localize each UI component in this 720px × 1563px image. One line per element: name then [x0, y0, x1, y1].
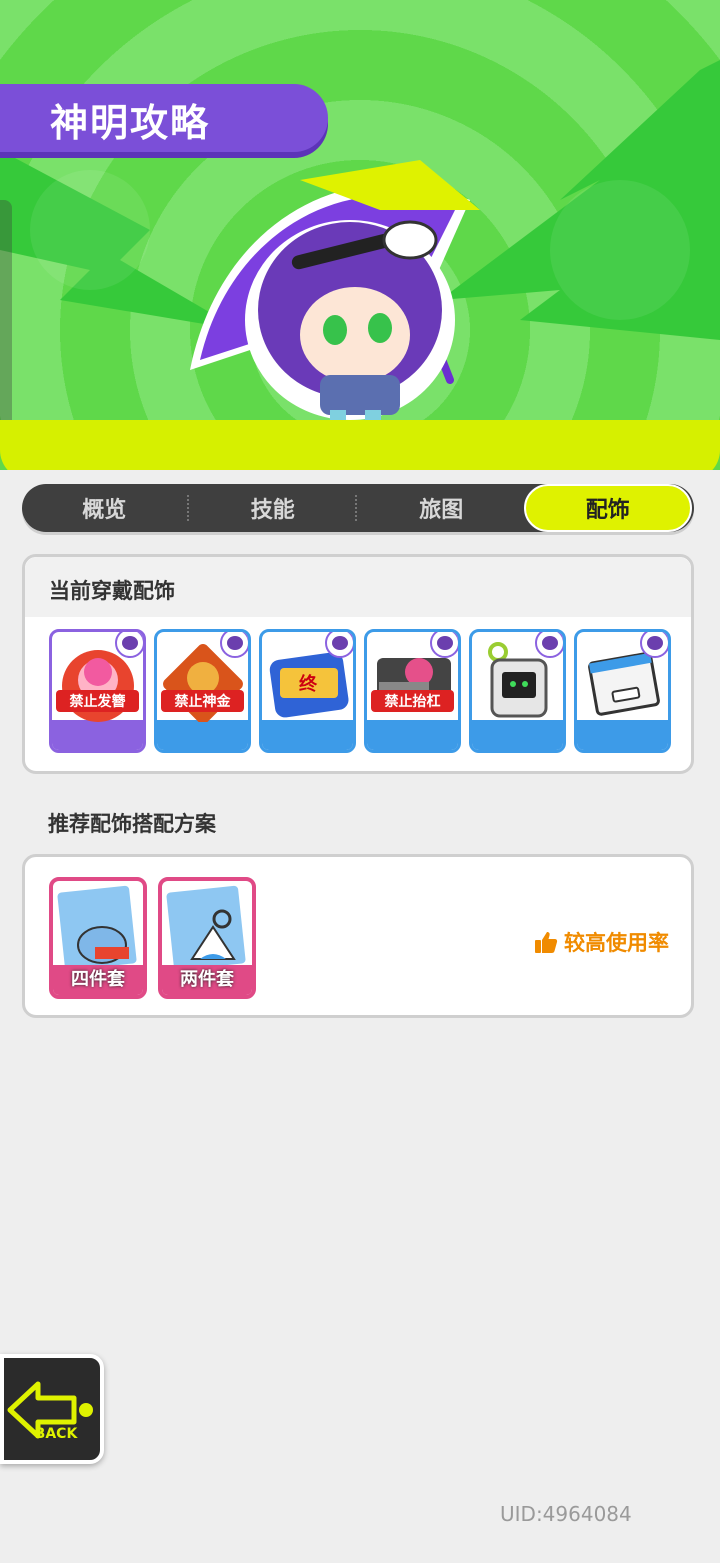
thumbs-up-icon — [535, 932, 558, 953]
accessory-list: 禁止发簪 禁止神金 终 禁止抬杠 — [49, 629, 671, 753]
set-label: 两件套 — [162, 965, 252, 995]
set-sticker-icon — [190, 909, 236, 960]
accessory-item[interactable] — [574, 629, 671, 753]
tab-bar: 概览 技能 旅图 配饰 — [22, 484, 694, 532]
set-four-piece[interactable]: 四件套 — [49, 877, 147, 999]
accessory-item[interactable]: 禁止神金 — [154, 629, 251, 753]
avatar-badge — [430, 632, 458, 658]
accessory-item[interactable]: 禁止抬杠 — [364, 629, 461, 753]
current-accessories-title: 当前穿戴配饰 — [49, 579, 175, 603]
current-accessories-card: 当前穿戴配饰 禁止发簪 禁止神金 终 禁止抬杠 — [22, 554, 694, 774]
set-label: 四件套 — [53, 965, 143, 995]
set-two-piece[interactable]: 两件套 — [158, 877, 256, 999]
back-arrow-icon: BACK — [7, 1381, 93, 1442]
accessory-caption: 禁止神金 — [161, 690, 244, 712]
tab-skills[interactable]: 技能 — [191, 484, 356, 532]
page-title: 神明攻略 — [50, 101, 211, 145]
avatar-badge — [220, 632, 248, 658]
character-portrait — [190, 160, 480, 432]
back-button[interactable]: BACK — [0, 1354, 104, 1464]
side-handle[interactable] — [0, 200, 12, 430]
recommended-card[interactable]: 四件套 两件套 较高使用率 — [22, 854, 694, 1018]
accessory-caption: 禁止发簪 — [56, 690, 139, 712]
uid-text: UID:4964084 — [500, 1502, 632, 1526]
accessory-item[interactable]: 禁止发簪 — [49, 629, 146, 753]
recommended-title: 推荐配饰搭配方案 — [48, 812, 216, 836]
avatar-badge — [535, 632, 563, 658]
accessory-item[interactable] — [469, 629, 566, 753]
back-label: BACK — [35, 1426, 79, 1442]
accessory-caption: 禁止抬杠 — [371, 690, 454, 712]
accessory-item[interactable]: 终 — [259, 629, 356, 753]
avatar-badge — [325, 632, 353, 658]
hero-banner: 神明攻略 — [0, 0, 720, 470]
tab-accessories[interactable]: 配饰 — [523, 484, 692, 532]
avatar-badge — [115, 632, 143, 658]
card-header: 当前穿戴配饰 — [25, 557, 691, 617]
usage-indicator: 较高使用率 — [534, 927, 669, 957]
tab-overview[interactable]: 概览 — [22, 484, 187, 532]
tab-journey[interactable]: 旅图 — [359, 484, 524, 532]
avatar-badge — [640, 632, 668, 658]
slime-divider — [0, 420, 720, 470]
set-sticker-icon — [77, 926, 129, 964]
svg-text:终: 终 — [299, 673, 318, 695]
usage-label: 较高使用率 — [564, 931, 669, 955]
